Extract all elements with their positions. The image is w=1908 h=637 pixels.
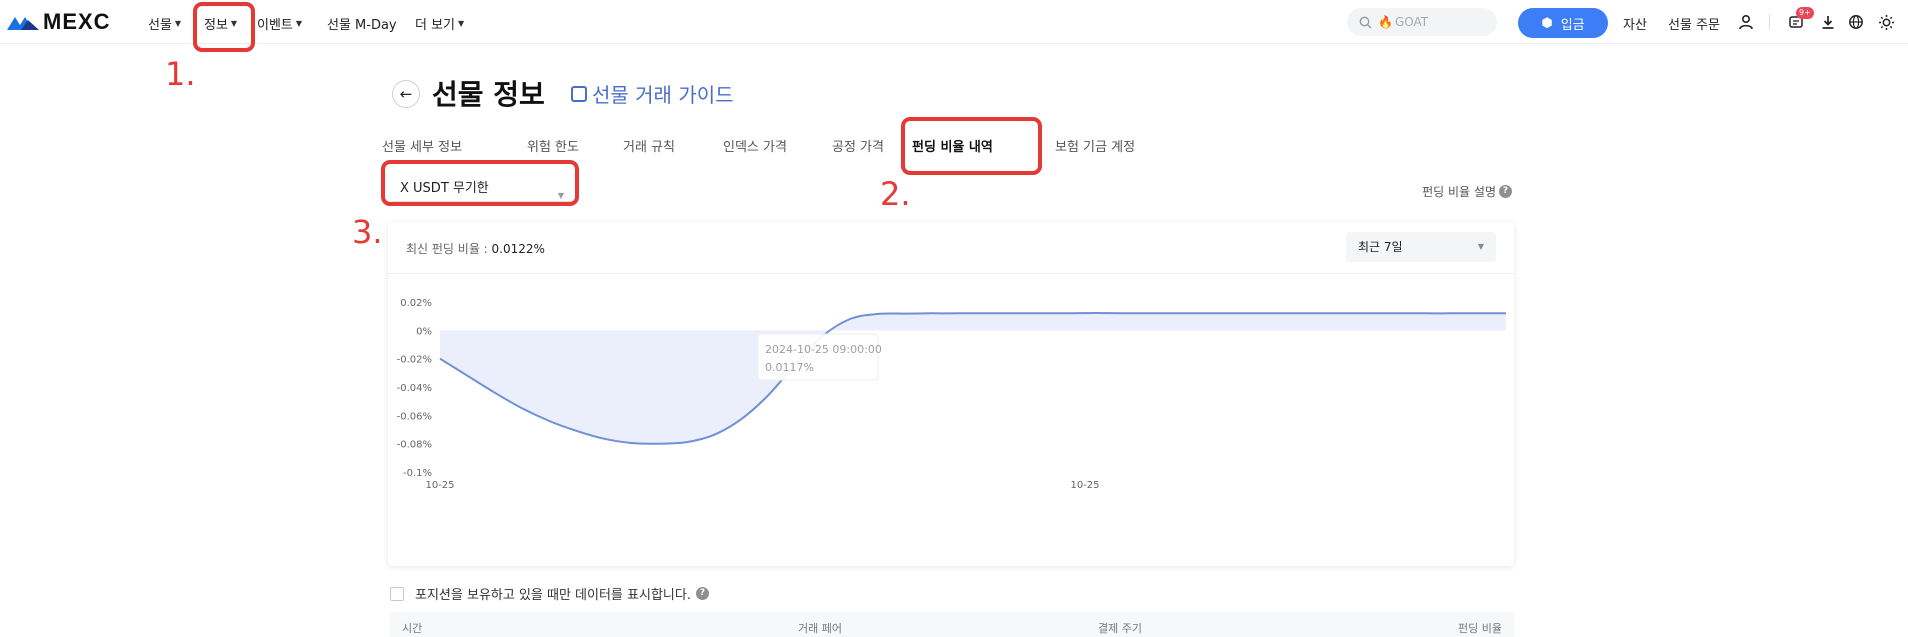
position-only-filter[interactable]: 포지션을 보유하고 있을 때만 데이터를 표시합니다. ? xyxy=(390,584,709,603)
mexc-logo-icon xyxy=(7,17,39,30)
help-icon[interactable]: ? xyxy=(695,587,709,600)
y-tick-label: -0.1% xyxy=(403,468,432,479)
search-icon xyxy=(1359,16,1372,28)
gift-icon: ⬢ xyxy=(1541,15,1553,31)
caret-down-icon: ▼ xyxy=(458,19,465,28)
nav-events[interactable]: 이벤트 ▼ xyxy=(257,14,302,33)
annotation-label-3: 3. xyxy=(352,213,383,251)
y-tick-label: 0% xyxy=(416,326,432,337)
y-tick-label: -0.08% xyxy=(397,440,432,451)
nav-futures-label: 선물 xyxy=(148,18,172,33)
y-tick-label: -0.02% xyxy=(397,355,432,366)
column-header-pair: 거래 페어 xyxy=(798,622,842,635)
tab-insurance-fund[interactable]: 보험 기금 계정 xyxy=(1055,136,1135,155)
annotation-box-2 xyxy=(901,117,1042,175)
help-icon: ? xyxy=(1499,185,1512,198)
tab-contract-details[interactable]: 선물 세부 정보 xyxy=(382,136,462,155)
back-button[interactable]: ← xyxy=(392,80,420,108)
caret-down-icon: ▼ xyxy=(174,19,182,28)
x-tick-label: 10-25 xyxy=(425,480,454,491)
column-header-funding-rate: 펀딩 비율 xyxy=(1458,622,1502,635)
latest-funding-value: 0.0122% xyxy=(491,242,545,256)
position-only-label: 포지션을 보유하고 있을 때만 데이터를 표시합니다. xyxy=(415,588,691,603)
annotation-box-3 xyxy=(381,160,579,206)
latest-funding-label: 최신 펀딩 비율 : xyxy=(406,242,492,256)
arrow-left-icon: ← xyxy=(399,85,413,103)
caret-down-icon: ▼ xyxy=(1477,242,1484,251)
latest-funding-rate: 최신 펀딩 비율 : 0.0122% xyxy=(406,240,545,257)
nav-more-label: 더 보기 xyxy=(415,18,456,33)
nav-divider xyxy=(1769,14,1770,30)
guide-icon xyxy=(571,85,587,102)
y-tick-label: -0.04% xyxy=(397,383,432,394)
chart-tooltip: 2024-10-25 09:00:00 0.0117% xyxy=(757,333,882,381)
annotation-box-1 xyxy=(193,2,255,52)
user-icon[interactable] xyxy=(1736,12,1756,32)
table-header: 시간 거래 페어 결제 주기 펀딩 비율 xyxy=(390,612,1514,637)
tab-index-price[interactable]: 인덱스 가격 xyxy=(723,136,787,155)
guide-link-label: 선물 거래 가이드 xyxy=(592,83,734,107)
y-tick-label: 0.02% xyxy=(400,298,432,309)
nav-futures[interactable]: 선물 ▼ xyxy=(148,14,181,33)
fire-icon: 🔥 xyxy=(1378,15,1393,29)
tab-fair-price[interactable]: 공정 가격 xyxy=(832,136,884,155)
tab-risk-limit[interactable]: 위험 한도 xyxy=(527,136,579,155)
funding-rate-chart[interactable]: 0.02%0%-0.02%-0.04%-0.06%-0.08%-0.1%10-2… xyxy=(388,274,1514,566)
nav-mday[interactable]: 선물 M-Day xyxy=(327,14,397,33)
annotation-label-2: 2. xyxy=(880,175,911,213)
x-tick-label: 10-25 xyxy=(1070,480,1099,491)
annotation-label-1: 1. xyxy=(165,55,196,93)
funding-rate-area xyxy=(440,313,1506,444)
theme-toggle-icon[interactable] xyxy=(1876,12,1896,32)
nav-mday-label: 선물 M-Day xyxy=(327,18,397,33)
futures-orders-link[interactable]: 선물 주문 xyxy=(1668,14,1720,33)
nav-events-label: 이벤트 xyxy=(257,18,293,33)
page-title: 선물 정보 xyxy=(432,78,545,111)
mexc-logo[interactable]: MEXC xyxy=(6,9,111,35)
caret-down-icon: ▼ xyxy=(295,19,303,28)
top-navigation: MEXC 선물 ▼ 정보 ▼ 이벤트 ▼ 선물 M-Day 더 보기 ▼ 🔥 GOAT … xyxy=(0,0,1908,44)
tab-trading-rules[interactable]: 거래 규칙 xyxy=(623,136,675,155)
deposit-button[interactable]: ⬢ 입금 xyxy=(1518,8,1608,38)
search-input[interactable]: 🔥 GOAT xyxy=(1347,8,1497,36)
tooltip-time: 2024-10-25 09:00:00 xyxy=(765,343,882,356)
logo-text: MEXC xyxy=(43,9,111,34)
position-only-checkbox[interactable] xyxy=(390,586,404,601)
download-icon[interactable] xyxy=(1818,12,1838,32)
nav-more[interactable]: 더 보기 ▼ xyxy=(415,14,464,33)
assets-link[interactable]: 자산 xyxy=(1623,14,1647,33)
globe-icon[interactable] xyxy=(1846,12,1866,32)
deposit-label: 입금 xyxy=(1560,17,1585,33)
search-placeholder: GOAT xyxy=(1394,15,1429,29)
notification-icon[interactable]: 9+ xyxy=(1786,7,1814,32)
funding-rate-explanation-link[interactable]: 펀딩 비율 설명 ? xyxy=(1422,183,1512,200)
funding-explain-label: 펀딩 비율 설명 xyxy=(1422,185,1496,199)
column-header-time: 시간 xyxy=(402,622,423,635)
chart-card-header: 최신 펀딩 비율 : 0.0122% 최근 7일 ▼ xyxy=(388,222,1514,274)
funding-rate-chart-card: 최신 펀딩 비율 : 0.0122% 최근 7일 ▼ 0.02% 0% -0.02%… xyxy=(388,222,1514,566)
tooltip-value: 0.0117% xyxy=(765,361,814,374)
notification-badge: 9+ xyxy=(1796,7,1814,19)
y-tick-label: -0.06% xyxy=(397,411,432,422)
time-range-value: 최근 7일 xyxy=(1358,240,1403,254)
time-range-select[interactable]: 최근 7일 ▼ xyxy=(1346,232,1496,262)
column-header-settlement-period: 결제 주기 xyxy=(1098,622,1142,635)
futures-guide-link[interactable]: 선물 거래 가이드 xyxy=(571,79,734,108)
